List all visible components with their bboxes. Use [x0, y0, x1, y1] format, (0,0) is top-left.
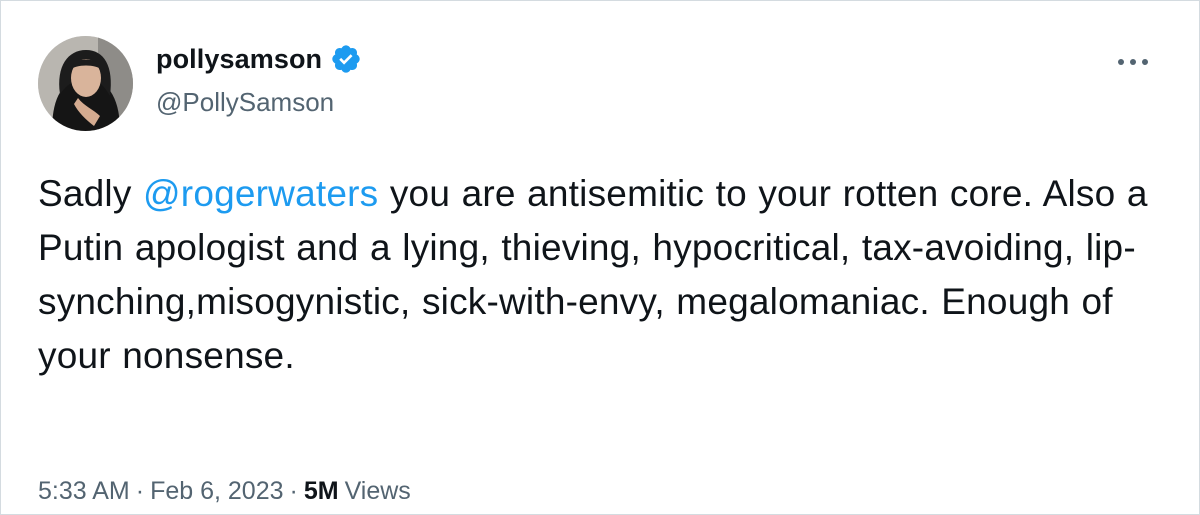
tweet-date[interactable]: Feb 6, 2023 [150, 477, 283, 506]
tweet-metadata: 5:33 AM · Feb 6, 2023 · 5M Views [38, 477, 411, 506]
views-label: Views [344, 477, 411, 505]
tweet-card: pollysamson @PollySamson Sadly @rogerwat… [0, 0, 1200, 515]
tweet-text: Sadly @rogerwaters you are antisemitic t… [38, 167, 1168, 383]
tweet-time[interactable]: 5:33 AM [38, 477, 130, 506]
more-options-icon [1118, 59, 1148, 65]
tweet-text-start: Sadly [38, 173, 144, 214]
more-options-button[interactable] [1113, 47, 1153, 77]
author-display-name[interactable]: pollysamson [156, 44, 322, 75]
verified-badge-icon[interactable] [330, 43, 362, 75]
views-count: 5M [303, 477, 339, 505]
meta-separator: · [289, 477, 298, 505]
mention-link[interactable]: @rogerwaters [143, 173, 378, 214]
meta-separator: · [135, 477, 145, 505]
author-handle[interactable]: @PollySamson [156, 87, 334, 118]
avatar[interactable] [38, 36, 133, 131]
author-name-row: pollysamson [156, 43, 362, 75]
avatar-photo [38, 36, 133, 131]
